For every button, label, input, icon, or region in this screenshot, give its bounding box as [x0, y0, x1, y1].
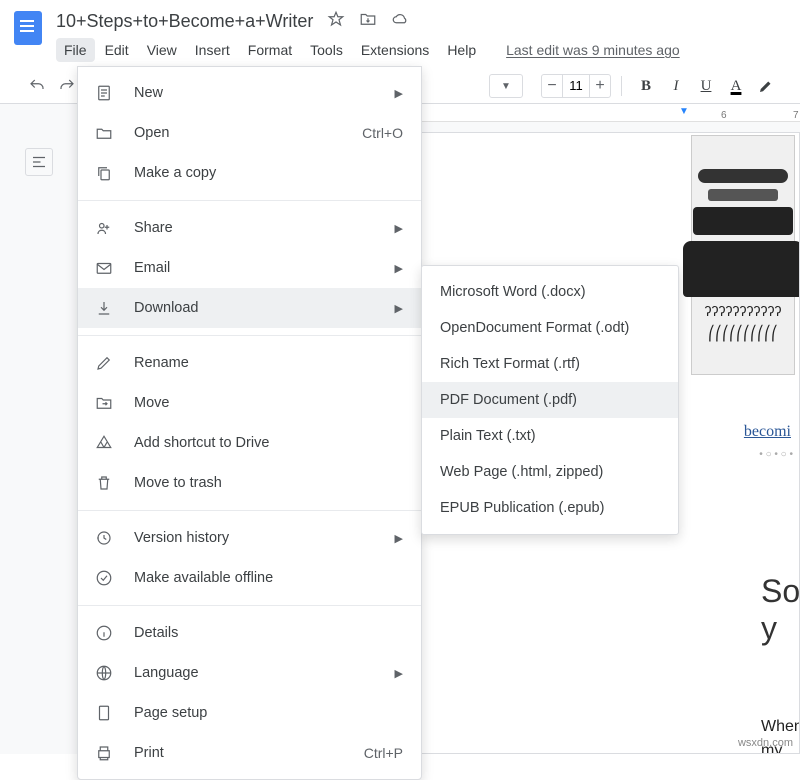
document-title[interactable]: 10+Steps+to+Become+a+Writer — [56, 11, 313, 32]
docs-logo[interactable] — [8, 8, 48, 48]
shortcut-label: Ctrl+O — [362, 125, 403, 141]
menu-item-details[interactable]: Details — [78, 613, 421, 653]
menu-view[interactable]: View — [139, 38, 185, 62]
share-icon — [94, 218, 114, 238]
globe-icon — [94, 663, 114, 683]
submenu-arrow-icon: ▶ — [395, 87, 403, 100]
menu-tools[interactable]: Tools — [302, 38, 351, 62]
download-rtf[interactable]: Rich Text Format (.rtf) — [422, 346, 678, 382]
menu-separator — [78, 510, 421, 511]
document-image[interactable]: ʔʔʔʔʔʔʔʔʔʔʔ ⎛⎛⎛⎛⎛⎛⎛⎛⎛⎛ — [691, 135, 795, 375]
menu-item-download[interactable]: Download ▶ — [78, 288, 421, 328]
header: 10+Steps+to+Become+a+Writer File Edit Vi… — [0, 0, 800, 62]
doc-dots: • ○ • ○ • — [759, 449, 793, 460]
menu-extensions[interactable]: Extensions — [353, 38, 437, 62]
style-dropdown[interactable]: ▼ — [489, 74, 523, 98]
menu-bar: File Edit View Insert Format Tools Exten… — [56, 38, 800, 62]
file-menu-dropdown: New ▶ Open Ctrl+O Make a copy Share ▶ Em… — [77, 66, 422, 780]
menu-format[interactable]: Format — [240, 38, 300, 62]
history-icon — [94, 528, 114, 548]
menu-item-share[interactable]: Share ▶ — [78, 208, 421, 248]
copy-icon — [94, 163, 114, 183]
menu-item-rename[interactable]: Rename — [78, 343, 421, 383]
email-icon — [94, 258, 114, 278]
menu-item-version-history[interactable]: Version history ▶ — [78, 518, 421, 558]
download-txt[interactable]: Plain Text (.txt) — [422, 418, 678, 454]
trash-icon — [94, 473, 114, 493]
menu-item-move[interactable]: Move — [78, 383, 421, 423]
drive-shortcut-icon — [94, 433, 114, 453]
download-html[interactable]: Web Page (.html, zipped) — [422, 454, 678, 490]
font-size-control: − 11 + — [541, 74, 611, 98]
submenu-arrow-icon: ▶ — [395, 222, 403, 235]
undo-button[interactable] — [22, 72, 52, 100]
menu-separator — [78, 335, 421, 336]
submenu-arrow-icon: ▶ — [395, 302, 403, 315]
shortcut-label: Ctrl+P — [364, 745, 403, 761]
download-submenu: Microsoft Word (.docx) OpenDocument Form… — [421, 265, 679, 535]
menu-item-page-setup[interactable]: Page setup — [78, 693, 421, 733]
menu-separator — [78, 605, 421, 606]
doc-link-text[interactable]: becomi — [744, 423, 791, 441]
download-pdf[interactable]: PDF Document (.pdf) — [422, 382, 678, 418]
doc-heading[interactable]: So y t — [761, 573, 800, 684]
rename-icon — [94, 353, 114, 373]
font-size-value[interactable]: 11 — [562, 75, 590, 97]
menu-file[interactable]: File — [56, 38, 95, 62]
last-edit-link[interactable]: Last edit was 9 minutes ago — [506, 42, 680, 58]
menu-item-trash[interactable]: Move to trash — [78, 463, 421, 503]
submenu-arrow-icon: ▶ — [395, 532, 403, 545]
menu-item-add-shortcut[interactable]: Add shortcut to Drive — [78, 423, 421, 463]
submenu-arrow-icon: ▶ — [395, 262, 403, 275]
italic-button[interactable]: I — [662, 72, 690, 100]
indent-marker-icon[interactable]: ▼ — [679, 106, 689, 117]
submenu-arrow-icon: ▶ — [395, 667, 403, 680]
download-odt[interactable]: OpenDocument Format (.odt) — [422, 310, 678, 346]
download-icon — [94, 298, 114, 318]
menu-edit[interactable]: Edit — [97, 38, 137, 62]
new-doc-icon — [94, 83, 114, 103]
docs-icon — [14, 11, 42, 45]
menu-separator — [78, 200, 421, 201]
menu-help[interactable]: Help — [439, 38, 484, 62]
menu-item-offline[interactable]: Make available offline — [78, 558, 421, 598]
font-size-decrease[interactable]: − — [542, 75, 562, 97]
folder-open-icon — [94, 123, 114, 143]
highlight-button[interactable] — [752, 72, 780, 100]
download-docx[interactable]: Microsoft Word (.docx) — [422, 274, 678, 310]
move-icon — [94, 393, 114, 413]
menu-item-open[interactable]: Open Ctrl+O — [78, 113, 421, 153]
page-setup-icon — [94, 703, 114, 723]
menu-insert[interactable]: Insert — [187, 38, 238, 62]
underline-button[interactable]: U — [692, 72, 720, 100]
watermark: wsxdn.com — [738, 737, 793, 749]
font-size-increase[interactable]: + — [590, 75, 610, 97]
text-color-button[interactable]: A — [722, 72, 750, 100]
print-icon — [94, 743, 114, 763]
move-folder-icon[interactable] — [359, 10, 377, 33]
cloud-status-icon[interactable] — [391, 10, 409, 33]
outline-toggle[interactable] — [25, 148, 53, 176]
info-icon — [94, 623, 114, 643]
menu-item-make-copy[interactable]: Make a copy — [78, 153, 421, 193]
star-icon[interactable] — [327, 10, 345, 33]
menu-item-language[interactable]: Language ▶ — [78, 653, 421, 693]
menu-item-email[interactable]: Email ▶ — [78, 248, 421, 288]
menu-item-print[interactable]: Print Ctrl+P — [78, 733, 421, 773]
bold-button[interactable]: B — [632, 72, 660, 100]
download-epub[interactable]: EPUB Publication (.epub) — [422, 490, 678, 526]
menu-item-new[interactable]: New ▶ — [78, 73, 421, 113]
offline-icon — [94, 568, 114, 588]
